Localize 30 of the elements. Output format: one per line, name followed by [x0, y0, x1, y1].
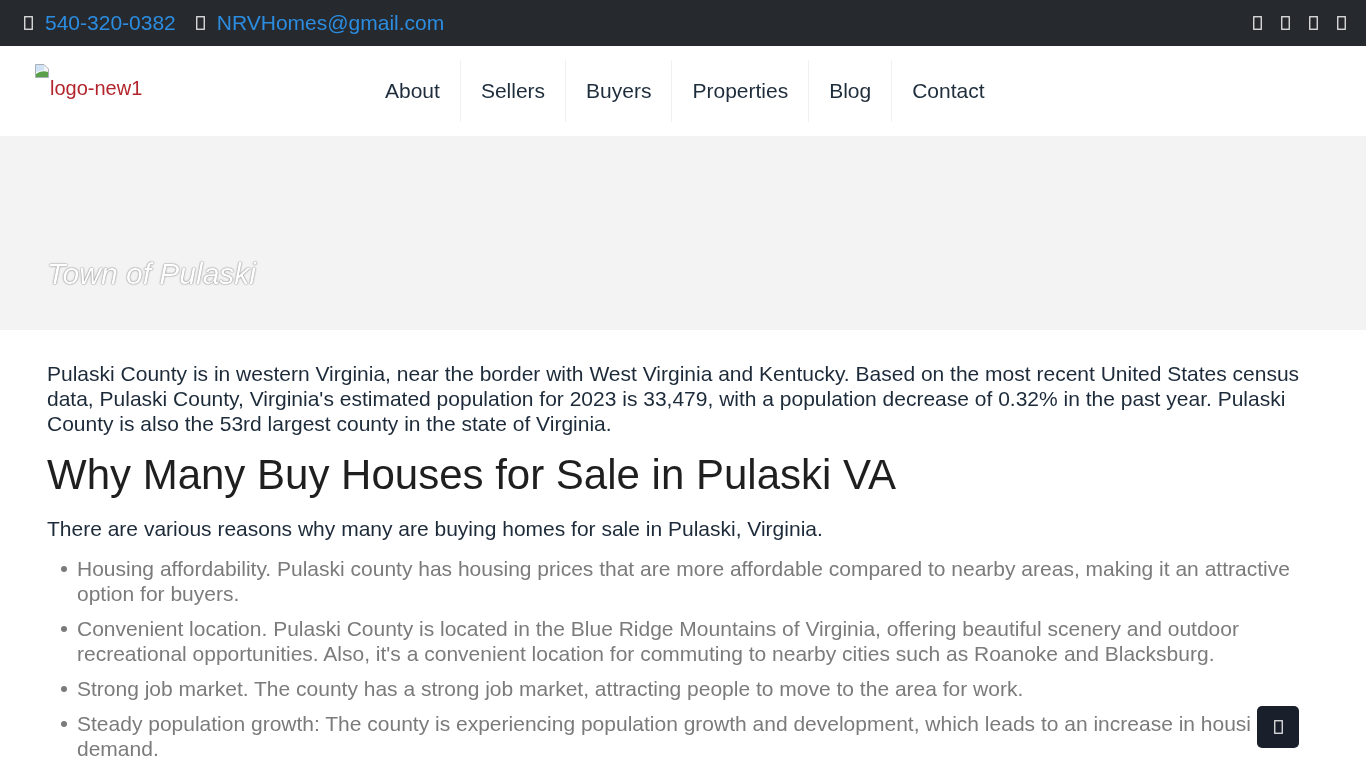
list-item-text: Housing affordability. Pulaski county has housing prices that are more affordable compared to nearby areas, making it an attractive option for buyers. — [77, 556, 1291, 606]
logo-alt-text[interactable]: logo-new1 — [50, 76, 143, 100]
missing-glyph-icon[interactable] — [1337, 16, 1346, 30]
missing-glyph-icon[interactable] — [1281, 16, 1290, 30]
missing-glyph-icon — [24, 16, 33, 30]
bullet-icon — [61, 626, 67, 632]
bullet-icon — [61, 721, 67, 727]
phone-link[interactable]: 540-320-0382 — [45, 11, 176, 35]
missing-glyph-icon[interactable] — [1253, 16, 1262, 30]
nav-link[interactable]: About — [364, 60, 460, 122]
lead-paragraph: There are various reasons why many are buying homes for sale in Pulaski, Virginia. — [47, 516, 824, 541]
email-link[interactable]: NRVHomes@gmail.com — [216, 11, 445, 35]
bullet-icon — [61, 686, 67, 692]
floating-button[interactable] — [1257, 706, 1299, 748]
nav-link[interactable]: Contact — [891, 60, 1005, 122]
broken-image-icon — [34, 63, 50, 79]
nav-link[interactable]: Sellers — [459, 60, 566, 122]
missing-glyph-icon[interactable] — [1309, 16, 1318, 30]
intro-paragraph: Pulaski County is in western Virginia, near the border with West Virginia and Kentucky. Based on the most recent United States census data, Pulaski County, Virginia's estimated population for 2023 is 33,479, with a population decrease of 0.32% in the past year. Pulaski County is also the 53rd largest county in the state of Virginia. — [47, 361, 1301, 436]
missing-glyph-icon — [1273, 720, 1283, 734]
hero-title: Town of Pulaski — [47, 256, 256, 292]
list-item-text: Convenient location. Pulaski County is located in the Blue Ridge Mountains of Virginia, offering beautiful scenery and outdoor recreational opportunities. Also, it's a convenient location for commuting to nearby cities such as Roanoke and Blacksburg. — [77, 616, 1240, 666]
bullet-icon — [61, 566, 67, 572]
list-item-text: Strong job market. The county has a strong job market, attracting people to move to the area for work. — [77, 676, 1025, 701]
nav-link[interactable]: Buyers — [565, 60, 672, 122]
section-heading: Why Many Buy Houses for Sale in Pulaski VA — [47, 450, 897, 500]
missing-glyph-icon — [195, 16, 205, 30]
nav-link[interactable]: Properties — [671, 60, 809, 122]
list-item-text: Steady population growth: The county is experiencing population growth and development, which leads to an increase in housi demand. — [77, 711, 1253, 761]
nav-link[interactable]: Blog — [808, 60, 892, 122]
